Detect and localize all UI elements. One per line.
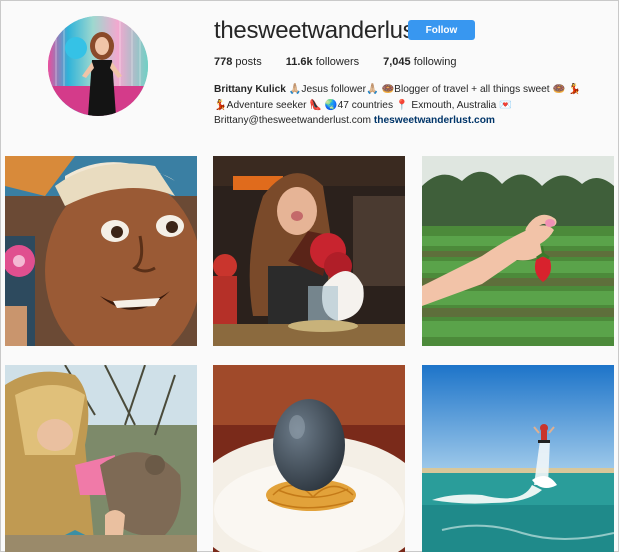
- followers-link[interactable]: 11.6k followers: [286, 56, 359, 68]
- post-thumbnail-strawberry[interactable]: [422, 156, 614, 346]
- following-label: following: [413, 56, 457, 68]
- bio-description: 🙏🏼Jesus follower🙏🏼 🍩Blogger of travel + …: [285, 84, 581, 95]
- street-art-image: [5, 156, 197, 346]
- dessert-image: [213, 156, 405, 346]
- post-thumbnail-flyboard[interactable]: [422, 365, 614, 552]
- profile-avatar[interactable]: [48, 16, 148, 116]
- bio-line-2: 💃Adventure seeker 👠 🌏47 countries 📍 Exmo…: [214, 99, 512, 111]
- egg-dessert-image: [213, 365, 405, 552]
- bio-email: Brittany@thesweetwanderlust.com: [214, 115, 371, 126]
- flyboard-image: [422, 365, 614, 552]
- strawberry-image: [422, 156, 614, 346]
- posts-count: 778 posts: [214, 56, 262, 68]
- bio-full-name: Brittany Kulick: [214, 84, 286, 95]
- profile-bio: Brittany Kulick 🙏🏼Jesus follower🙏🏼 🍩Blog…: [214, 82, 610, 129]
- avatar-image: [48, 16, 148, 116]
- followers-value: 11.6k: [285, 56, 313, 68]
- profile-username: thesweetwanderlust: [214, 17, 421, 44]
- post-thumbnail-dessert[interactable]: [213, 156, 405, 346]
- follow-button[interactable]: Follow: [408, 20, 475, 40]
- post-thumbnail-street-art[interactable]: [5, 156, 197, 346]
- quokka-selfie-image: [5, 365, 197, 552]
- profile-stats: 778 posts 11.6k followers 7,045 followin…: [214, 56, 481, 68]
- bio-website-link[interactable]: thesweetwanderlust.com: [374, 115, 495, 126]
- bio-line-1: Brittany Kulick 🙏🏼Jesus follower🙏🏼 🍩Blog…: [214, 82, 610, 98]
- posts-value: 778: [214, 56, 233, 68]
- post-thumbnail-egg-dessert[interactable]: [213, 365, 405, 552]
- bio-line-3: Brittany@thesweetwanderlust.com thesweet…: [214, 113, 610, 129]
- following-value: 7,045: [383, 56, 411, 68]
- followers-label: followers: [315, 56, 360, 68]
- following-link[interactable]: 7,045 following: [383, 56, 456, 68]
- posts-label: posts: [235, 56, 262, 68]
- post-thumbnail-quokka-selfie[interactable]: [5, 365, 197, 552]
